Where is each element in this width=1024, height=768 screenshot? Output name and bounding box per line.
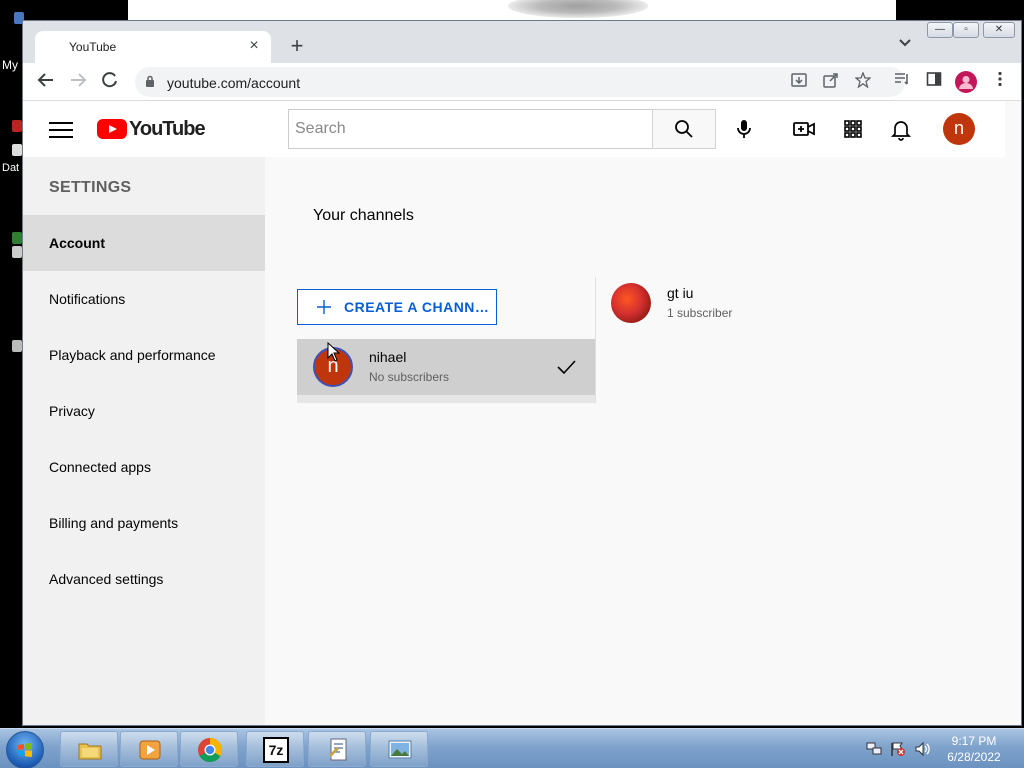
channel-subscribers: No subscribers — [369, 370, 450, 384]
divider — [595, 277, 596, 403]
address-bar[interactable]: youtube.com/account — [135, 67, 905, 97]
channel-subscribers: 1 subscriber — [667, 306, 733, 320]
settings-heading: SETTINGS — [49, 179, 132, 196]
windows-logo-icon — [18, 743, 32, 757]
browser-profile-avatar[interactable] — [955, 71, 977, 93]
tab-youtube[interactable]: YouTube × — [35, 31, 271, 63]
notifications-bell-icon[interactable] — [889, 117, 913, 141]
youtube-play-icon — [97, 119, 127, 139]
create-video-icon[interactable] — [792, 117, 816, 141]
menu-icon[interactable] — [49, 119, 73, 139]
sidebar-item-connected-apps[interactable]: Connected apps — [23, 439, 265, 495]
network-icon[interactable] — [866, 741, 882, 757]
start-button[interactable] — [6, 731, 44, 768]
7zip-icon: 7z — [263, 737, 289, 763]
search-icon — [675, 120, 693, 138]
media-player-icon — [139, 740, 161, 760]
channel-name: gt iu — [667, 285, 694, 301]
tab-search-icon[interactable] — [895, 36, 915, 56]
taskbar-photo-viewer-button[interactable] — [370, 731, 428, 767]
section-title: Your channels — [313, 207, 414, 224]
photo-viewer-icon — [388, 740, 412, 759]
share-icon[interactable] — [821, 72, 841, 92]
youtube-wordmark: YouTube — [129, 118, 206, 140]
channel-list-item[interactable]: gt iu 1 subscriber — [597, 275, 897, 331]
tab-title: YouTube — [69, 40, 117, 54]
reading-list-icon[interactable] — [891, 71, 913, 93]
youtube-page: YouTube n — [23, 101, 1021, 725]
browser-window: YouTube × + — ▫ ✕ youtube.com/account Yo… — [22, 20, 1022, 726]
action-center-warning-icon[interactable] — [890, 741, 906, 757]
window-maximize-button[interactable]: ▫ — [953, 22, 979, 38]
settings-sidebar: SETTINGS Account Notifications Playback … — [23, 157, 265, 725]
desktop-icon[interactable] — [12, 232, 22, 244]
clock-date[interactable]: 6/28/2022 — [934, 750, 1014, 764]
tab-close-icon[interactable]: × — [245, 37, 263, 55]
plus-icon — [317, 300, 331, 314]
document-icon — [329, 738, 347, 761]
youtube-header: YouTube n — [23, 101, 1005, 157]
sidebar-item-account[interactable]: Account — [23, 215, 265, 271]
desktop-icon-label[interactable]: My — [2, 58, 18, 72]
account-main: Your channels CREATE A CHANN… n nihael N… — [265, 157, 1021, 725]
taskbar-7zip-button[interactable]: 7z — [246, 731, 304, 767]
lock-icon[interactable] — [145, 75, 155, 87]
channel-list-item[interactable]: n nihael No subscribers — [297, 339, 595, 403]
browser-toolbar: youtube.com/account — [23, 63, 1021, 101]
new-tab-button[interactable]: + — [285, 35, 309, 59]
taskbar-explorer-button[interactable] — [60, 731, 118, 767]
sidebar-item-playback[interactable]: Playback and performance — [23, 327, 265, 383]
taskbar-document-button[interactable] — [308, 731, 366, 767]
search-button[interactable] — [652, 109, 716, 149]
channel-name: nihael — [369, 349, 407, 365]
desktop-icon[interactable] — [12, 340, 22, 352]
create-channel-button[interactable]: CREATE A CHANN… — [297, 289, 497, 325]
chrome-icon — [198, 738, 223, 763]
install-app-icon[interactable] — [789, 72, 809, 92]
checkmark-icon — [557, 360, 576, 375]
mouse-cursor-icon — [327, 342, 341, 362]
desktop-icon[interactable] — [12, 246, 22, 258]
desktop-icon-label[interactable]: Dat — [2, 162, 19, 174]
desktop-icon[interactable] — [12, 144, 22, 156]
back-icon[interactable] — [35, 71, 57, 93]
taskbar: 7z 9:17 PM 6/28/2022 — [0, 728, 1024, 768]
system-tray: 9:17 PM 6/28/2022 — [862, 729, 1024, 768]
sidebar-item-notifications[interactable]: Notifications — [23, 271, 265, 327]
taskbar-media-player-button[interactable] — [120, 731, 178, 767]
sidebar-item-advanced[interactable]: Advanced settings — [23, 551, 265, 607]
window-close-button[interactable]: ✕ — [983, 22, 1015, 38]
forward-icon[interactable] — [67, 71, 89, 93]
clock-time[interactable]: 9:17 PM — [934, 734, 1014, 748]
microphone-icon[interactable] — [732, 117, 756, 141]
browser-menu-icon[interactable] — [989, 71, 1011, 93]
account-avatar[interactable]: n — [943, 113, 975, 145]
url-text[interactable]: youtube.com/account — [167, 75, 300, 91]
taskbar-chrome-button[interactable] — [180, 731, 238, 767]
desktop-background-strip — [128, 0, 896, 20]
bookmark-star-icon[interactable] — [853, 71, 873, 92]
explorer-icon — [78, 743, 102, 760]
search-input[interactable] — [288, 109, 652, 149]
volume-icon[interactable] — [914, 741, 930, 757]
sidebar-item-billing[interactable]: Billing and payments — [23, 495, 265, 551]
stop-loading-icon[interactable] — [99, 71, 121, 93]
sidebar-item-privacy[interactable]: Privacy — [23, 383, 265, 439]
desktop-icon[interactable] — [12, 120, 22, 132]
window-minimize-button[interactable]: — — [927, 22, 953, 38]
tab-strip: YouTube × + — ▫ ✕ — [23, 21, 1021, 63]
channel-avatar — [611, 283, 651, 323]
create-channel-label: CREATE A CHANN… — [344, 299, 490, 315]
apps-grid-icon[interactable] — [841, 117, 865, 141]
side-panel-icon[interactable] — [923, 71, 945, 93]
